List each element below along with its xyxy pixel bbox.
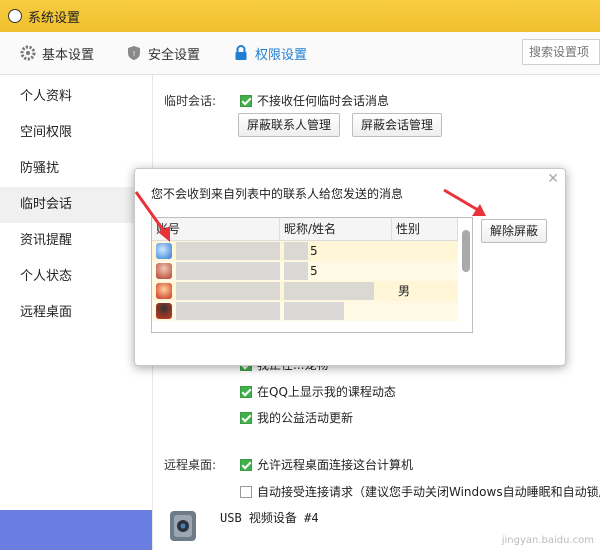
unblock-button[interactable]: 解除屏蔽 [481,219,548,243]
sidebar-item-space-permission[interactable]: 空间权限 [0,115,152,151]
redacted-nickname [284,282,374,300]
blocked-contacts-list[interactable]: 账号 昵称/姓名 性别 5 5 男 [151,217,473,333]
taskbar-strip [0,510,152,550]
avatar [156,283,172,299]
gender-cell: 男 [398,284,411,298]
allow-remote-desktop-checkbox[interactable]: 允许远程桌面连接这台计算机 [240,456,413,473]
table-row[interactable]: 男 [152,281,458,301]
checkbox-label: 不接收任何临时会话消息 [257,94,390,108]
nickname-cell: 5 [310,264,318,278]
remote-desktop-label: 远程桌面: [164,458,217,472]
tab-label: 基本设置 [42,47,95,63]
redacted-nickname [284,242,308,260]
redacted-nickname [284,262,308,280]
checkbox-checked-icon[interactable] [240,411,252,424]
block-sessions-manage-button[interactable]: 屏蔽会话管理 [352,113,443,137]
avatar [156,303,172,319]
redacted-account [176,262,280,280]
sidebar-item-anti-harassment[interactable]: 防骚扰 [0,151,152,187]
nickname-cell: 5 [310,244,318,258]
watermark: jingyan.baidu.com [501,535,594,546]
penguin-logo-icon [8,9,22,23]
top-tab-bar: 基本设置 ! 安全设置 权限设置 [0,32,600,75]
charity-update-checkbox[interactable]: 我的公益活动更新 [240,409,353,426]
close-icon[interactable]: ✕ [547,171,559,187]
title-bar: 系统设置 [0,0,600,32]
table-row[interactable]: 5 [152,241,458,261]
avatar [156,263,172,279]
checkbox-checked-icon[interactable] [240,385,252,398]
svg-text:!: ! [133,50,136,58]
redacted-account [176,242,280,260]
temp-session-label: 临时会话: [164,94,217,108]
webcam-device-icon [166,505,202,545]
shield-icon: ! [126,45,142,61]
checkbox-label: 在QQ上显示我的课程动态 [257,385,396,399]
gear-icon [20,45,36,61]
table-row[interactable] [152,301,458,321]
checkbox-checked-icon[interactable] [240,458,252,471]
tab-label: 安全设置 [148,47,201,63]
auto-accept-connection-checkbox[interactable]: 自动接受连接请求（建议您手动关闭Windows自动睡眠和自动锁屏 [240,483,600,500]
list-header: 账号 昵称/姓名 性别 [152,218,458,241]
redacted-account [176,282,280,300]
checkbox-label: 自动接受连接请求（建议您手动关闭Windows自动睡眠和自动锁屏 [257,485,600,499]
sidebar: 个人资料 空间权限 防骚扰 临时会话 资讯提醒 个人状态 远程桌面 [0,75,153,550]
tab-security-settings[interactable]: ! 安全设置 [126,32,200,74]
tab-basic-settings[interactable]: 基本设置 [20,32,94,74]
tab-label: 权限设置 [255,47,308,63]
sidebar-item-profile[interactable]: 个人资料 [0,79,152,115]
list-scrollbar[interactable] [462,230,470,272]
checkbox-label: 允许远程桌面连接这台计算机 [257,458,414,472]
checkbox-label: 我的公益活动更新 [257,411,354,425]
annotation-arrow-right-icon [443,188,486,216]
show-course-activity-checkbox[interactable]: 在QQ上显示我的课程动态 [240,383,396,400]
redacted-account [176,302,280,320]
table-row[interactable]: 5 [152,261,458,281]
column-nickname[interactable]: 昵称/姓名 [280,218,392,240]
checkbox-unchecked-icon[interactable] [240,485,252,498]
checkbox-checked-icon[interactable] [240,94,252,107]
annotation-arrow-left-icon [134,191,170,242]
blocked-contacts-dialog: ✕ 您不会收到来自列表中的联系人给您发送的消息 账号 昵称/姓名 性别 5 5 … [134,168,566,366]
search-input[interactable] [522,39,600,65]
lock-icon [233,45,249,61]
no-temp-session-checkbox[interactable]: 不接收任何临时会话消息 [240,92,389,109]
sidebar-item-personal-status[interactable]: 个人状态 [0,259,152,295]
window-title: 系统设置 [28,10,81,26]
usb-device-label: USB 视频设备 #4 [220,511,319,525]
redacted-nickname [284,302,344,320]
block-contacts-manage-button[interactable]: 屏蔽联系人管理 [238,113,341,137]
sidebar-item-remote-desktop[interactable]: 远程桌面 [0,295,152,331]
dialog-message: 您不会收到来自列表中的联系人给您发送的消息 [151,187,404,201]
tab-permission-settings[interactable]: 权限设置 [233,32,307,74]
